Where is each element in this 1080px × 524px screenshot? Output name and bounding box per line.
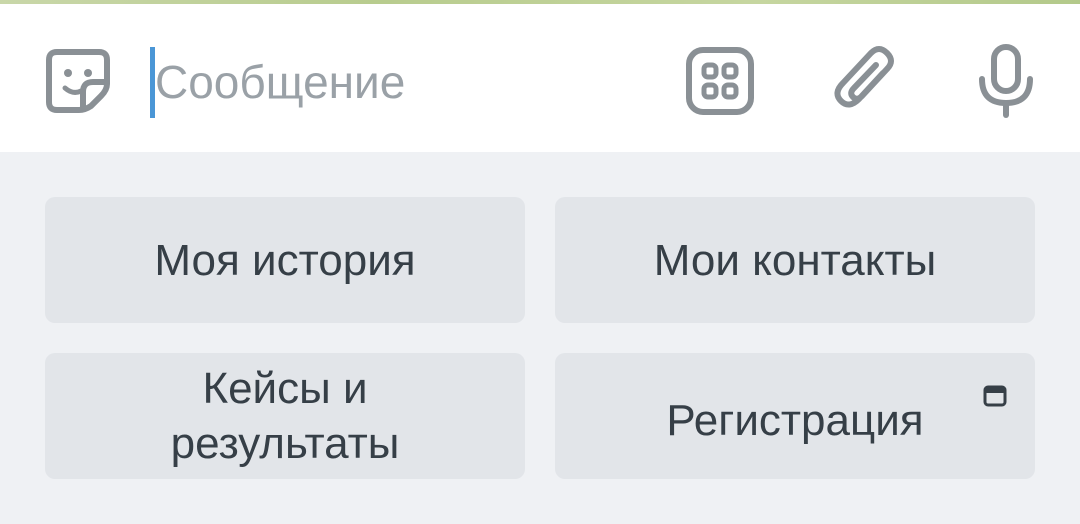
keyboard-button-cases-results[interactable]: Кейсы и результаты — [45, 353, 525, 479]
attach-button[interactable] — [824, 41, 904, 121]
keyboard-button-label: Моя история — [154, 235, 416, 285]
paperclip-icon — [834, 46, 894, 108]
bot-menu-button[interactable] — [680, 41, 760, 121]
sticker-icon — [46, 49, 110, 113]
bot-menu-icon — [686, 47, 754, 115]
sticker-button[interactable] — [38, 41, 118, 121]
bot-reply-keyboard: Моя история Мои контакты Кейсы и результ… — [0, 152, 1080, 524]
keyboard-button-label: Регистрация — [666, 395, 924, 445]
keyboard-button-label: Кейсы и результаты — [170, 364, 400, 468]
text-cursor — [150, 47, 155, 118]
keyboard-button-my-story[interactable]: Моя история — [45, 197, 525, 323]
keyboard-button-label: Мои контакты — [653, 235, 937, 285]
message-composer — [0, 4, 1080, 152]
message-input[interactable] — [153, 46, 637, 118]
voice-record-button[interactable] — [966, 41, 1046, 121]
web-app-icon — [983, 385, 1007, 407]
message-input-area[interactable] — [150, 44, 650, 120]
microphone-icon — [979, 44, 1033, 118]
keyboard-button-my-contacts[interactable]: Мои контакты — [555, 197, 1035, 323]
keyboard-button-registration[interactable]: Регистрация — [555, 353, 1035, 479]
